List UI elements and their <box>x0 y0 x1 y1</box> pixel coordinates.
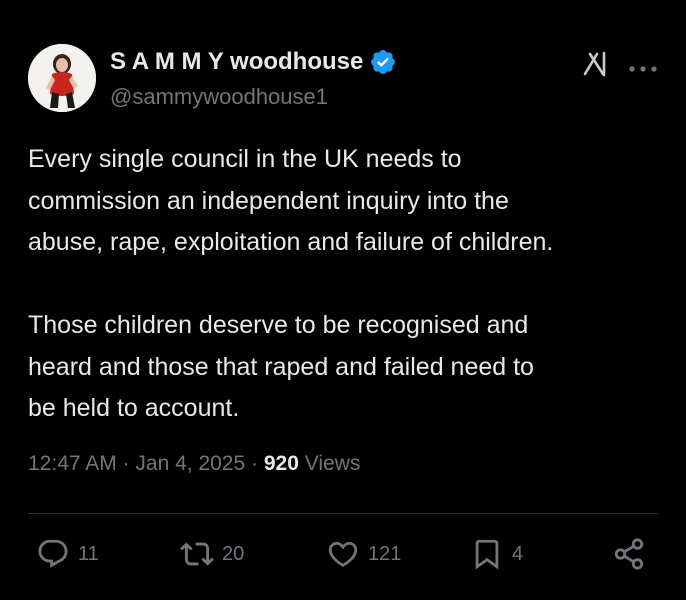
bookmark-icon <box>475 539 499 570</box>
verified-badge-icon[interactable] <box>369 48 397 76</box>
reply-button[interactable]: 11 <box>36 536 99 572</box>
share-button[interactable] <box>612 536 646 572</box>
author-handle[interactable]: @sammywoodhouse1 <box>110 84 328 110</box>
tweet-meta: 12:47 AM · Jan 4, 2025 · 920 Views <box>28 452 360 476</box>
author-name-text[interactable]: S A M M Y woodhouse <box>110 48 363 76</box>
repost-icon <box>180 542 214 566</box>
views-label: Views <box>304 452 361 475</box>
bookmark-count: 4 <box>512 542 524 565</box>
author-display-name[interactable]: S A M M Y woodhouse <box>110 48 397 76</box>
tweet: S A M M Y woodhouse @sammywoodhouse1 Eve… <box>0 0 686 600</box>
avatar-image <box>28 44 96 112</box>
reply-count: 11 <box>78 542 99 565</box>
grok-icon[interactable] <box>582 50 612 78</box>
meta-separator: · <box>122 452 136 475</box>
bookmark-button[interactable]: 4 <box>470 536 523 572</box>
divider <box>28 513 658 514</box>
like-button[interactable]: 121 <box>326 536 401 572</box>
tweet-time[interactable]: 12:47 AM <box>28 452 117 475</box>
meta-separator: · <box>251 452 264 475</box>
repost-button[interactable]: 20 <box>180 536 244 572</box>
tweet-date[interactable]: Jan 4, 2025 <box>135 452 245 475</box>
reply-icon <box>38 539 68 568</box>
share-icon <box>614 538 644 570</box>
like-count: 121 <box>368 542 402 565</box>
repost-count: 20 <box>222 542 245 565</box>
avatar[interactable] <box>28 44 96 112</box>
more-options-icon[interactable] <box>628 60 658 72</box>
heart-icon <box>328 541 358 567</box>
tweet-text: Every single council in the UK needs to … <box>28 145 554 422</box>
views-count[interactable]: 920 <box>264 452 299 475</box>
